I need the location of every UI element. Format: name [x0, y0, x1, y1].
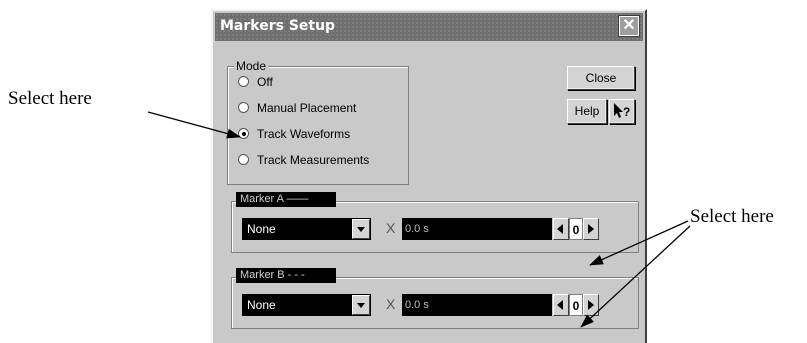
callout-left: Select here: [8, 88, 92, 109]
help-button[interactable]: Help: [567, 99, 607, 124]
radio-off[interactable]: Off: [238, 73, 273, 91]
chevron-down-icon[interactable]: [352, 219, 370, 239]
marker-b-increment-icon[interactable]: [583, 294, 599, 316]
marker-b-group: Marker B - - - None X 0.0 s 0: [231, 268, 639, 329]
mode-label: Mode: [234, 59, 269, 73]
close-button[interactable]: Close: [567, 66, 635, 90]
marker-b-decrement-icon[interactable]: [553, 294, 569, 316]
radio-label: Off: [257, 75, 273, 89]
marker-a-select-value: None: [247, 222, 276, 236]
marker-a-decrement-icon[interactable]: [553, 218, 569, 240]
radio-button-icon[interactable]: [238, 154, 249, 166]
radio-button-icon[interactable]: [238, 76, 249, 88]
x-label: X: [386, 220, 396, 236]
radio-label: Manual Placement: [257, 101, 357, 115]
marker-b-spin-value[interactable]: 0: [569, 294, 583, 316]
marker-a-group: Marker A —— None X 0.0 s 0: [231, 192, 639, 253]
radio-track-waveforms[interactable]: Track Waveforms: [238, 125, 350, 143]
dialog-title: Markers Setup: [220, 18, 336, 34]
radio-label: Track Waveforms: [257, 127, 351, 141]
help-pointer-icon[interactable]: ?: [609, 99, 635, 124]
markers-setup-dialog: Markers Setup ✕ Mode Off Manual Placemen…: [211, 9, 647, 343]
marker-a-position-field[interactable]: 0.0 s: [402, 218, 552, 240]
radio-button-icon[interactable]: [238, 102, 249, 114]
title-bar[interactable]: Markers Setup ✕: [215, 13, 643, 41]
marker-a-increment-icon[interactable]: [583, 218, 599, 240]
marker-a-select[interactable]: None: [242, 218, 371, 240]
marker-a-label: Marker A ——: [236, 192, 336, 207]
callout-right: Select here: [690, 206, 774, 227]
radio-track-measurements[interactable]: Track Measurements: [238, 151, 369, 169]
marker-b-select[interactable]: None: [242, 294, 371, 316]
marker-b-select-value: None: [247, 298, 276, 312]
marker-b-label: Marker B - - -: [236, 268, 336, 283]
x-label: X: [386, 296, 396, 312]
chevron-down-icon[interactable]: [352, 295, 370, 315]
mode-group: Mode Off Manual Placement Track Waveform…: [227, 59, 409, 185]
marker-b-position-field[interactable]: 0.0 s: [402, 294, 552, 316]
svg-text:?: ?: [623, 105, 630, 119]
radio-label: Track Measurements: [257, 153, 370, 167]
radio-manual-placement[interactable]: Manual Placement: [238, 99, 356, 117]
radio-button-selected-icon[interactable]: [238, 128, 249, 140]
close-icon[interactable]: ✕: [618, 15, 640, 37]
marker-a-spin-value[interactable]: 0: [569, 218, 583, 240]
